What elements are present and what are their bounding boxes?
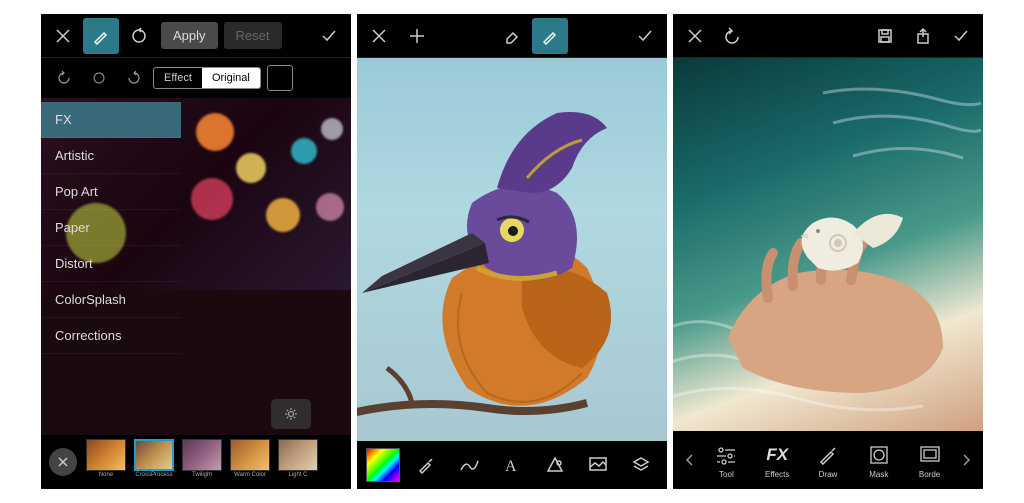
confirm-icon[interactable] [311, 18, 347, 54]
photo-content [673, 58, 983, 431]
refresh-icon[interactable] [121, 18, 157, 54]
stroke-icon[interactable] [449, 445, 488, 485]
effect-tab[interactable]: Effect [154, 68, 202, 88]
image-canvas[interactable]: FX Artistic Pop Art Paper Distort ColorS… [41, 98, 351, 435]
mask-button[interactable]: Mask [853, 442, 904, 479]
circle-icon[interactable] [85, 64, 113, 92]
move-icon[interactable] [399, 18, 435, 54]
image-canvas[interactable] [673, 58, 983, 431]
toolbar-bottom: Tool FX Effects Draw Mask Borde [673, 431, 983, 489]
filter-strip: None CrossProcess Twilight Warm Color Li… [41, 435, 351, 489]
filter-twilight[interactable]: Twilight [179, 439, 225, 485]
category-popart[interactable]: Pop Art [41, 174, 181, 210]
close-icon[interactable] [45, 18, 81, 54]
screen-editor: Tool FX Effects Draw Mask Borde [673, 14, 983, 489]
screen-draw: A [357, 14, 667, 489]
brush-icon[interactable] [83, 18, 119, 54]
category-artistic[interactable]: Artistic [41, 138, 181, 174]
redo-icon[interactable] [119, 64, 147, 92]
screen-effects: Apply Reset Effect Original FX Artistic … [41, 14, 351, 489]
svg-text:A: A [505, 458, 517, 474]
image-icon[interactable] [579, 445, 618, 485]
close-icon[interactable] [677, 18, 713, 54]
toolbar-bottom: A [357, 441, 667, 489]
undo-icon[interactable] [51, 64, 79, 92]
toolbar-top [357, 14, 667, 58]
color-picker-icon[interactable] [363, 445, 402, 485]
drawing-canvas[interactable] [357, 58, 667, 441]
shape-icon[interactable] [536, 445, 575, 485]
border-button[interactable]: Borde [904, 442, 955, 479]
category-colorsplash[interactable]: ColorSplash [41, 282, 181, 318]
gear-icon[interactable] [271, 399, 311, 429]
category-fx[interactable]: FX [41, 102, 181, 138]
toolbar-top [673, 14, 983, 58]
category-distort[interactable]: Distort [41, 246, 181, 282]
draw-button[interactable]: Draw [803, 442, 854, 479]
effect-original-toggle[interactable]: Effect Original [153, 67, 261, 89]
scroll-right-icon[interactable] [955, 453, 979, 467]
category-paper[interactable]: Paper [41, 210, 181, 246]
close-icon[interactable] [361, 18, 397, 54]
tool-button[interactable]: Tool [701, 442, 752, 479]
bird-drawing [357, 58, 667, 441]
eraser-icon[interactable] [494, 18, 530, 54]
share-icon[interactable] [905, 18, 941, 54]
toolbar-top: Apply Reset [41, 14, 351, 58]
confirm-icon[interactable] [627, 18, 663, 54]
confirm-icon[interactable] [943, 18, 979, 54]
filter-warmcolor[interactable]: Warm Color [227, 439, 273, 485]
square-button[interactable] [267, 65, 293, 91]
brush-icon[interactable] [532, 18, 568, 54]
effect-category-list: FX Artistic Pop Art Paper Distort ColorS… [41, 102, 181, 354]
filter-crossprocess[interactable]: CrossProcess [131, 439, 177, 485]
layers-icon[interactable] [622, 445, 661, 485]
reset-button[interactable]: Reset [224, 22, 282, 49]
original-tab[interactable]: Original [202, 68, 260, 88]
close-strip-icon[interactable] [49, 448, 77, 476]
undo-icon[interactable] [715, 18, 751, 54]
effects-button[interactable]: FX Effects [752, 442, 803, 479]
filter-none[interactable]: None [83, 439, 129, 485]
text-icon[interactable]: A [492, 445, 531, 485]
save-icon[interactable] [867, 18, 903, 54]
scroll-left-icon[interactable] [677, 453, 701, 467]
apply-button[interactable]: Apply [161, 22, 218, 49]
filter-lightc[interactable]: Light C [275, 439, 321, 485]
category-corrections[interactable]: Corrections [41, 318, 181, 354]
toolbar-sub: Effect Original [41, 58, 351, 98]
eyedropper-icon[interactable] [406, 445, 445, 485]
